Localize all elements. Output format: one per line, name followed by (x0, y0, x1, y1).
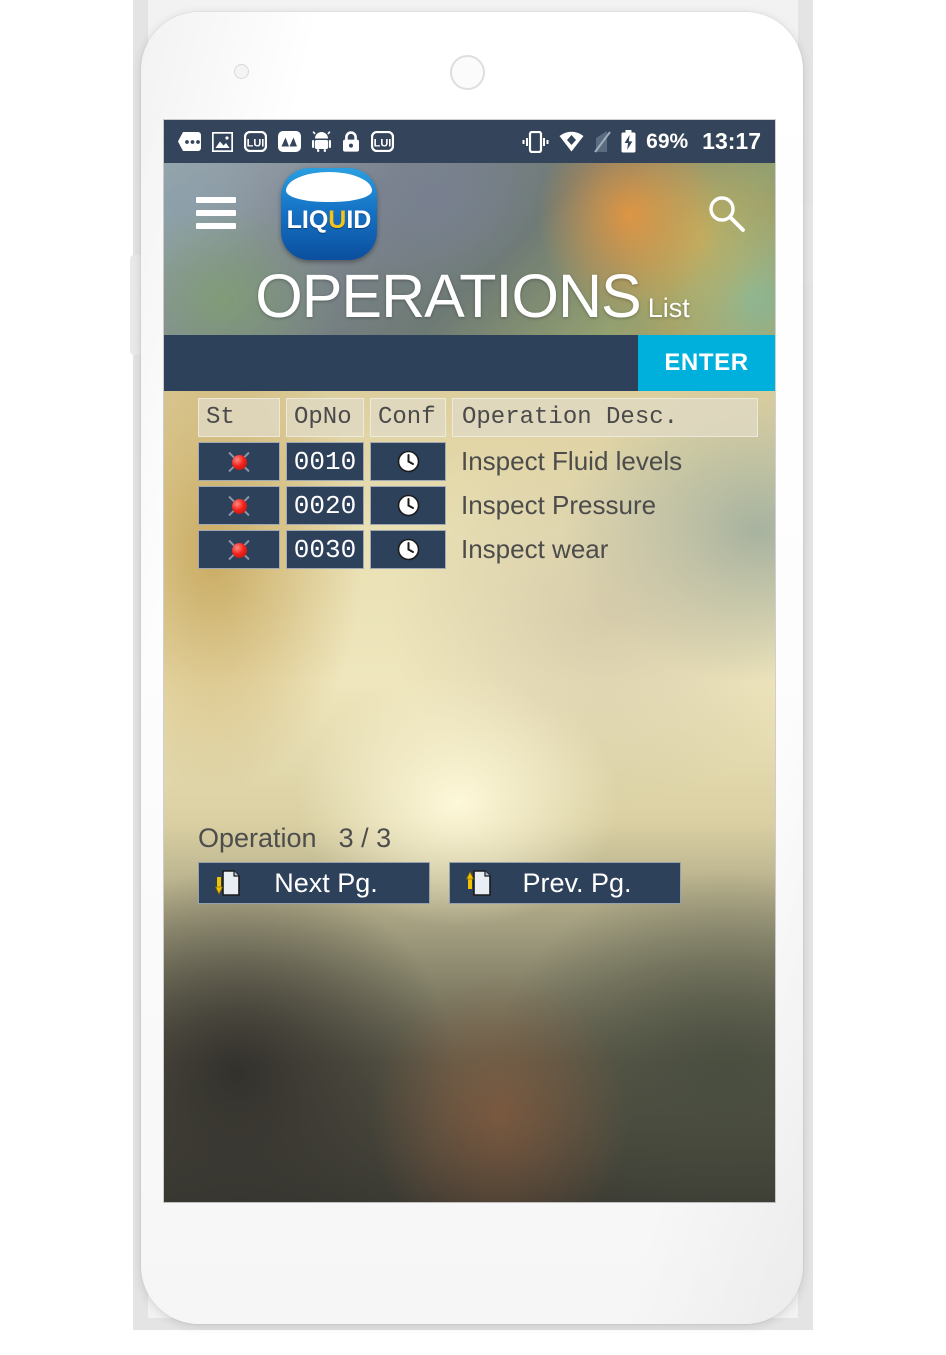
clock-label: 13:17 (702, 128, 761, 154)
status-bar: LUI LUI 69% 13:17 (164, 120, 775, 163)
status-cell-button[interactable] (198, 530, 280, 569)
header-status: St (198, 398, 280, 437)
battery-charging-icon (621, 130, 636, 153)
logo-text-pre: LIQ (286, 206, 329, 234)
enter-button[interactable]: ENTER (638, 335, 775, 391)
app-header: LIQUID OPERATIONS List (164, 163, 775, 335)
next-page-button[interactable]: Next Pg. (198, 862, 430, 904)
opno-value[interactable]: 0010 (286, 442, 364, 481)
page-title: OPERATIONS (255, 262, 641, 330)
operations-table: St OpNo Conf Operation Desc. 0010 Inspec… (198, 398, 758, 574)
photo-icon (212, 131, 233, 152)
cell-opno: 0030 (286, 530, 364, 569)
action-bar: ENTER (164, 335, 775, 391)
android-icon (312, 131, 331, 152)
proximity-sensor (234, 64, 249, 79)
page-title-row: OPERATIONS List (164, 266, 775, 327)
cell-conf (370, 486, 446, 525)
header-desc: Operation Desc. (452, 398, 758, 437)
operation-counter-label: Operation (198, 823, 317, 853)
front-camera (450, 55, 485, 90)
conf-cell-button[interactable] (370, 486, 446, 525)
vibrate-icon (522, 130, 549, 153)
clock-icon (397, 538, 419, 561)
svg-text:LUI: LUI (247, 137, 265, 149)
column-desc: Operation Desc. (452, 398, 758, 437)
status-bar-left-icons: LUI LUI (178, 131, 394, 152)
table-row[interactable]: 0030 Inspect wear (198, 530, 758, 569)
liquid-app-icon-2: LUI (371, 131, 394, 152)
operation-counter: Operation 3 / 3 (198, 823, 391, 854)
cell-status (198, 442, 280, 481)
red-light-icon (228, 495, 250, 517)
status-cell-button[interactable] (198, 442, 280, 481)
liquid-app-icon: LUI (244, 131, 267, 152)
cell-status (198, 486, 280, 525)
lock-icon (343, 131, 359, 152)
desc-value[interactable]: Inspect wear (452, 530, 758, 569)
pagination-buttons: Next Pg. Prev. Pg. (198, 862, 681, 904)
messages-icon (178, 132, 201, 151)
cell-conf (370, 530, 446, 569)
desc-value[interactable]: Inspect Pressure (452, 486, 758, 525)
screen-bottom-edge (164, 1202, 775, 1203)
table-header-row: St OpNo Conf Operation Desc. (198, 398, 758, 437)
logo-text: LIQUID (281, 206, 377, 235)
red-light-icon (228, 451, 250, 473)
logo-text-u: U (328, 206, 347, 234)
cell-desc: Inspect Fluid levels (452, 442, 758, 481)
wifi-icon (559, 131, 584, 152)
status-cell-button[interactable] (198, 486, 280, 525)
column-conf: Conf (370, 398, 446, 437)
clock-icon (397, 450, 419, 473)
table-row[interactable]: 0010 Inspect Fluid levels (198, 442, 758, 481)
no-signal-icon (594, 130, 611, 153)
cell-status (198, 530, 280, 569)
hamburger-icon[interactable] (196, 197, 236, 229)
cell-desc: Inspect wear (452, 530, 758, 569)
search-icon[interactable] (705, 193, 747, 235)
table-row[interactable]: 0020 Inspect Pressure (198, 486, 758, 525)
cell-opno: 0010 (286, 442, 364, 481)
liquid-logo: LIQUID (281, 168, 377, 260)
peaks-app-icon (278, 131, 301, 152)
phone-screen: LUI LUI 69% 13:17 LIQUID OPERATIONS List… (164, 120, 775, 1202)
conf-cell-button[interactable] (370, 530, 446, 569)
next-page-label: Next Pg. (274, 867, 378, 898)
column-status: St (198, 398, 280, 437)
cell-opno: 0020 (286, 486, 364, 525)
page-subtitle: List (647, 293, 690, 323)
page-up-icon (466, 870, 491, 896)
red-light-icon (228, 539, 250, 561)
cell-conf (370, 442, 446, 481)
operation-counter-value: 3 / 3 (338, 823, 392, 853)
prev-page-button[interactable]: Prev. Pg. (449, 862, 681, 904)
logo-wave-shape (286, 172, 372, 202)
screenshot-root: LUI LUI 69% 13:17 LIQUID OPERATIONS List… (0, 0, 946, 1355)
column-opno: OpNo (286, 398, 364, 437)
header-opno: OpNo (286, 398, 364, 437)
status-bar-right-icons: 69% 13:17 (522, 128, 761, 155)
battery-percent-label: 69% (646, 129, 689, 153)
opno-value[interactable]: 0030 (286, 530, 364, 569)
clock-icon (397, 494, 419, 517)
logo-text-post: ID (346, 206, 372, 234)
prev-page-label: Prev. Pg. (522, 867, 632, 898)
svg-text:LUI: LUI (374, 137, 392, 149)
desc-value[interactable]: Inspect Fluid levels (452, 442, 758, 481)
page-down-icon (215, 870, 240, 896)
opno-value[interactable]: 0020 (286, 486, 364, 525)
conf-cell-button[interactable] (370, 442, 446, 481)
phone-side-button-right[interactable] (802, 205, 813, 283)
cell-desc: Inspect Pressure (452, 486, 758, 525)
header-conf: Conf (370, 398, 446, 437)
